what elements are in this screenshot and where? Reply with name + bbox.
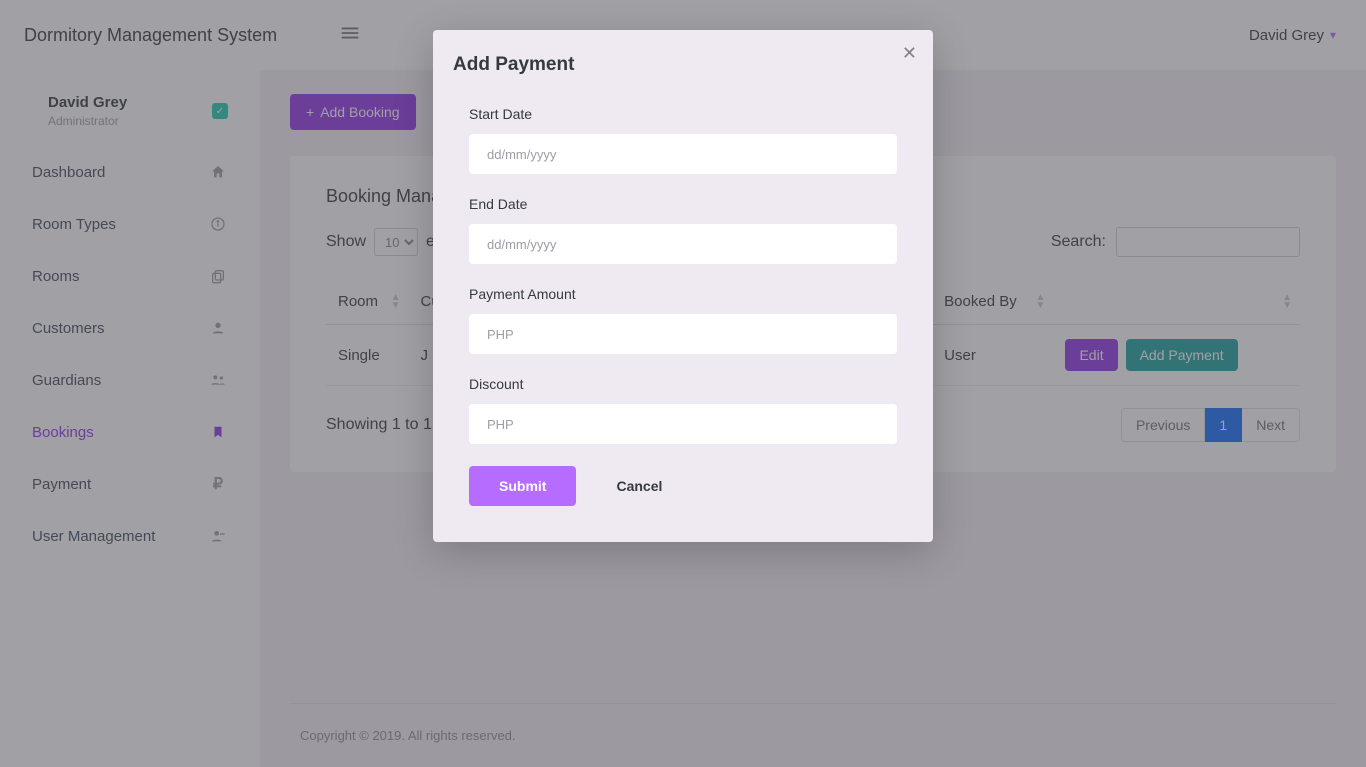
amount-label: Payment Amount — [469, 286, 897, 302]
submit-button[interactable]: Submit — [469, 466, 576, 506]
discount-label: Discount — [469, 376, 897, 392]
start-date-label: Start Date — [469, 106, 897, 122]
modal-close-icon[interactable]: ✕ — [902, 44, 917, 62]
cancel-button[interactable]: Cancel — [616, 478, 662, 494]
add-payment-modal: ✕ Add Payment Start Date End Date Paymen… — [433, 30, 933, 542]
modal-title: Add Payment — [433, 30, 933, 86]
end-date-input[interactable] — [469, 224, 897, 264]
amount-input[interactable] — [469, 314, 897, 354]
discount-input[interactable] — [469, 404, 897, 444]
start-date-input[interactable] — [469, 134, 897, 174]
end-date-label: End Date — [469, 196, 897, 212]
